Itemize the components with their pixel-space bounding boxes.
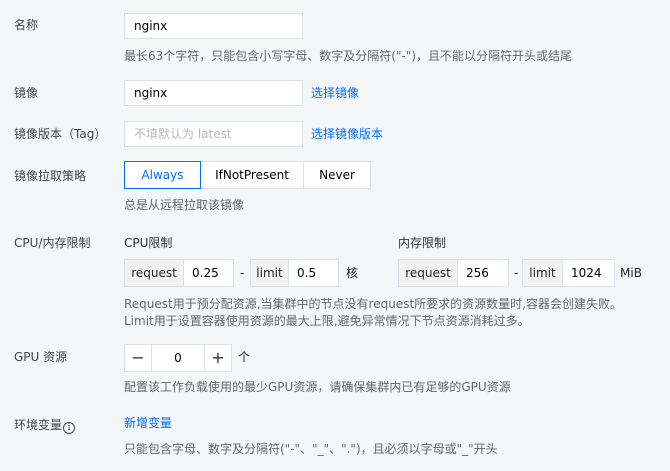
image-tag-label: 镜像版本（Tag） [14, 127, 107, 141]
memory-limit-input[interactable]: 1024 [562, 259, 615, 287]
cpu-separator: - [240, 266, 245, 280]
resources-hint-limit: Limit用于设置容器使用资源的最大上限,避免异常情况下节点资源消耗过多。 [124, 314, 530, 328]
memory-unit: MiB [620, 266, 642, 280]
env-label-text: 环境变量 [14, 418, 63, 432]
pull-policy-always-option[interactable]: Always [124, 161, 201, 189]
cpu-limit-addon: limit [250, 259, 289, 287]
pull-policy-hint: 总是从远程拉取该镜像 [124, 198, 245, 212]
pull-policy-never-option[interactable]: Never [303, 161, 371, 189]
memory-request-addon: request [398, 259, 458, 287]
add-env-var-link[interactable]: 新增变量 [124, 415, 172, 431]
image-tag-input[interactable]: 不填默认为 latest [124, 121, 303, 147]
gpu-unit: 个 [238, 350, 251, 364]
image-label: 镜像 [14, 86, 39, 100]
gpu-hint: 配置该工作负载使用的最少GPU资源，请确保集群内已有足够的GPU资源 [124, 380, 511, 394]
env-label: 环境变量 i [14, 417, 76, 434]
gpu-label: GPU 资源 [14, 350, 68, 364]
cpu-unit: 核 [346, 266, 359, 280]
memory-request-input[interactable]: 256 [457, 259, 509, 287]
info-icon[interactable]: i [63, 422, 76, 434]
gpu-decrement-button[interactable]: − [124, 344, 152, 372]
name-input[interactable]: nginx [124, 13, 303, 39]
cpu-request-input[interactable]: 0.25 [183, 259, 234, 287]
cpu-request-addon: request [124, 259, 184, 287]
pull-policy-ifnotpresent-option[interactable]: IfNotPresent [200, 161, 304, 189]
resources-label: CPU/内存限制 [14, 236, 91, 250]
memory-separator: - [514, 266, 519, 280]
gpu-increment-button[interactable]: + [204, 344, 232, 372]
cpu-limit-title: CPU限制 [124, 236, 173, 250]
pull-policy-label: 镜像拉取策略 [14, 169, 87, 183]
image-input[interactable]: nginx [124, 80, 303, 106]
resources-hint-request: Request用于预分配资源,当集群中的节点没有request所要求的资源数量时… [124, 297, 622, 311]
env-hint: 只能包含字母、数字及分隔符("-"、"_"、".")，且必须以字母或"_"开头 [124, 442, 498, 456]
name-label: 名称 [14, 18, 39, 32]
memory-limit-title: 内存限制 [398, 236, 447, 250]
name-hint: 最长63个字符，只能包含小写字母、数字及分隔符("-")，且不能以分隔符开头或结… [124, 49, 573, 63]
select-image-link[interactable]: 选择镜像 [311, 85, 359, 101]
memory-limit-addon: limit [522, 259, 563, 287]
select-image-tag-link[interactable]: 选择镜像版本 [311, 126, 383, 142]
cpu-limit-input[interactable]: 0.5 [288, 259, 339, 287]
gpu-value-input[interactable]: 0 [152, 344, 204, 372]
